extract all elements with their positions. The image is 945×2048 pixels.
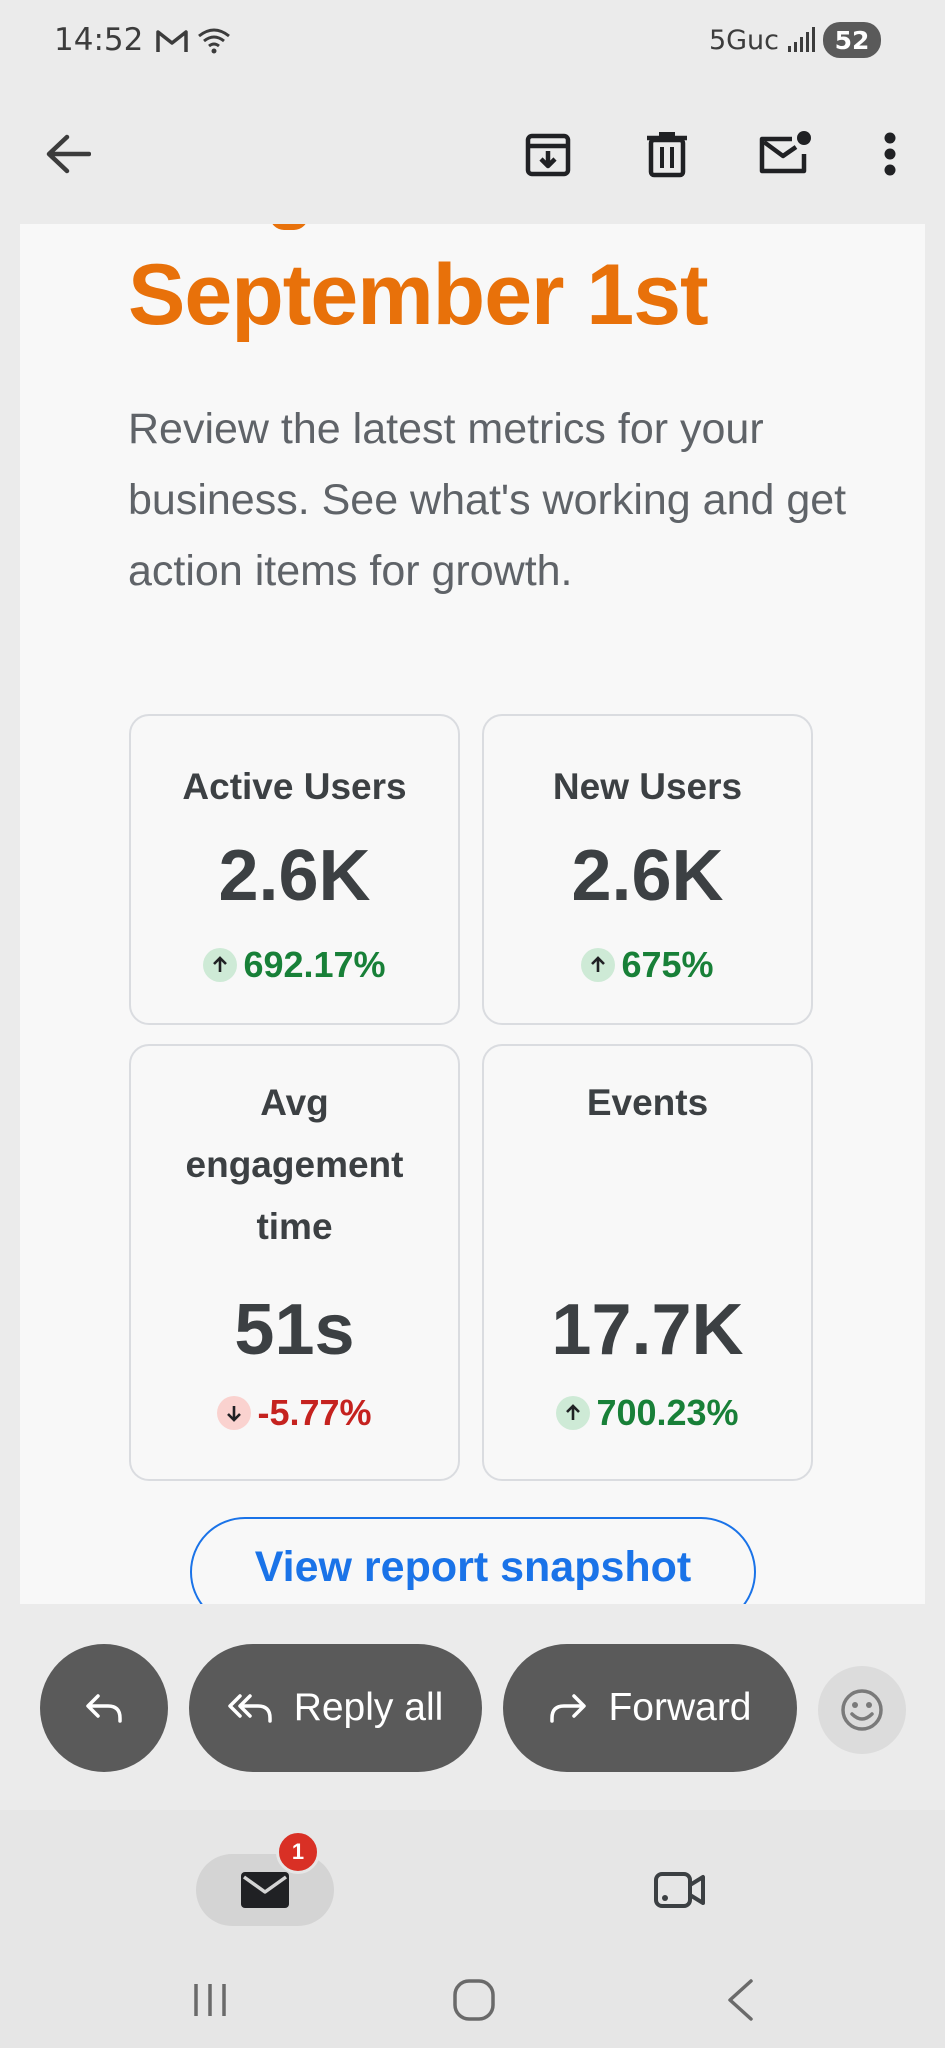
- email-intro-text: Review the latest metrics for your busin…: [128, 405, 847, 595]
- unread-count-badge: 1: [276, 1830, 320, 1874]
- reply-button[interactable]: [40, 1644, 168, 1772]
- metric-card-events: Events 17.7K 700.23%: [482, 1044, 813, 1481]
- metric-label: New Users: [552, 766, 743, 807]
- metric-value: 17.7K: [551, 1290, 744, 1370]
- video-camera-icon: [654, 1872, 705, 1908]
- back-button[interactable]: [28, 114, 108, 194]
- gmail-notification-icon: [156, 30, 188, 52]
- emoji-icon: [841, 1689, 883, 1731]
- metric-card-new-users: New Users 2.6K 675%: [482, 714, 813, 1025]
- headline-overflow-fragment: [270, 224, 308, 230]
- archive-icon: [525, 133, 571, 177]
- metric-card-avg-engagement: Avg engagement time 51s -5.77%: [129, 1044, 460, 1481]
- reply-bar: Reply all Forward: [0, 1604, 945, 1810]
- meet-tab[interactable]: [640, 1854, 720, 1926]
- view-report-snapshot-button[interactable]: View report snapshot: [190, 1517, 756, 1604]
- reply-all-icon: [227, 1694, 272, 1723]
- status-time: 14:52: [54, 22, 144, 58]
- home-button[interactable]: [434, 1960, 514, 2040]
- status-left-icons: [155, 26, 231, 56]
- email-headline: September 1st: [128, 247, 709, 343]
- metric-label: Avg engagement time: [185, 1082, 404, 1247]
- forward-label: Forward: [608, 1686, 752, 1729]
- metric-change: 692.17%: [131, 944, 458, 986]
- arrow-up-icon: [581, 948, 616, 982]
- signal-icon: [788, 27, 815, 52]
- status-bar: 14:52 5Guc 52: [0, 0, 945, 84]
- bottom-navigation: 1: [0, 1810, 945, 2048]
- metric-change-value: 700.23%: [596, 1392, 739, 1433]
- arrow-back-icon: [46, 134, 91, 174]
- archive-button[interactable]: [508, 114, 588, 194]
- status-right-icons: 5Guc 52: [709, 22, 881, 58]
- metric-value: 51s: [234, 1290, 355, 1370]
- email-toolbar: [0, 84, 945, 224]
- metric-card-active-users: Active Users 2.6K 692.17%: [129, 714, 460, 1025]
- metric-label: Active Users: [182, 766, 407, 807]
- recent-apps-button[interactable]: [170, 1960, 250, 2040]
- more-vert-icon: [884, 132, 896, 176]
- metric-change-value: -5.77%: [257, 1392, 372, 1433]
- delete-button[interactable]: [627, 114, 707, 194]
- reply-all-button[interactable]: Reply all: [189, 1644, 482, 1772]
- metric-change: 700.23%: [484, 1392, 811, 1434]
- more-options-button[interactable]: [850, 114, 930, 194]
- mark-unread-icon: [759, 131, 811, 174]
- metric-change-value: 675%: [621, 944, 714, 985]
- metric-value: 2.6K: [218, 836, 371, 916]
- chevron-left-icon: [728, 1979, 753, 2021]
- metric-change-value: 692.17%: [243, 944, 386, 985]
- mark-unread-button[interactable]: [745, 114, 825, 194]
- forward-button[interactable]: Forward: [503, 1644, 797, 1772]
- metric-change: 675%: [484, 944, 811, 986]
- recent-apps-icon: [194, 1984, 226, 2016]
- metric-value: 2.6K: [571, 836, 724, 916]
- battery-indicator: 52: [823, 22, 881, 58]
- network-type: 5Guc: [708, 24, 779, 56]
- emoji-reaction-button[interactable]: [818, 1666, 906, 1754]
- reply-icon: [86, 1694, 122, 1723]
- arrow-up-icon: [556, 1396, 591, 1430]
- forward-icon: [550, 1694, 587, 1723]
- metric-label: Events: [586, 1082, 709, 1123]
- arrow-down-icon: [217, 1396, 252, 1430]
- system-back-button[interactable]: [700, 1960, 780, 2040]
- email-body: September 1st Review the latest metrics …: [20, 224, 925, 1604]
- delete-icon: [647, 132, 687, 178]
- mail-icon: [241, 1872, 289, 1908]
- reply-all-label: Reply all: [293, 1686, 444, 1729]
- metric-change: -5.77%: [131, 1392, 458, 1434]
- arrow-up-icon: [203, 948, 238, 982]
- home-icon: [453, 1979, 495, 2021]
- wifi-icon: [198, 28, 230, 54]
